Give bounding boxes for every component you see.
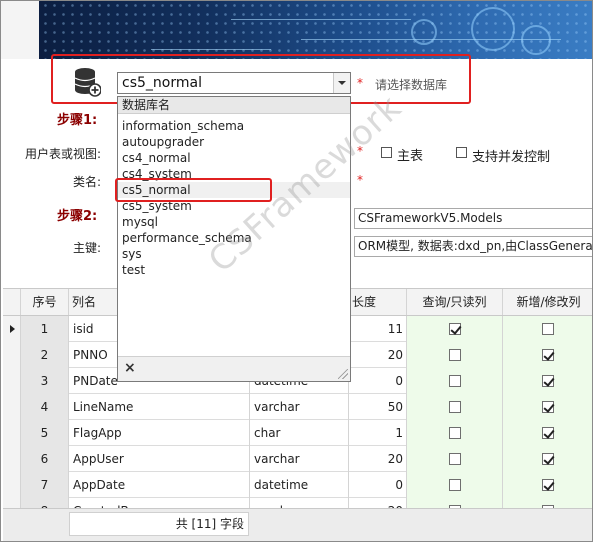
table-row[interactable]: 6 AppUser varchar 20 <box>3 446 592 472</box>
dropdown-option[interactable]: information_schema <box>118 118 350 134</box>
column-name-cell[interactable]: FlagApp <box>69 420 250 446</box>
edit-checkbox[interactable] <box>542 401 554 413</box>
query-readonly-cell[interactable] <box>407 368 503 394</box>
row-number-cell[interactable]: 1 <box>21 316 69 342</box>
row-indicator <box>3 472 21 498</box>
edit-checkbox[interactable] <box>542 479 554 491</box>
data-type-cell[interactable]: varchar <box>250 446 349 472</box>
row-indicator <box>3 446 21 472</box>
step2-title: 步骤2: <box>57 209 98 224</box>
column-name-cell[interactable]: AppDate <box>69 472 250 498</box>
data-type-cell[interactable]: varchar <box>250 394 349 420</box>
add-edit-cell[interactable] <box>503 368 592 394</box>
grid-footer: 共 [11] 字段 <box>3 508 592 541</box>
dropdown-footer: × <box>118 356 350 381</box>
table-row[interactable]: 4 LineName varchar 50 <box>3 394 592 420</box>
row-number-cell[interactable]: 7 <box>21 472 69 498</box>
length-cell[interactable]: 0 <box>349 368 407 394</box>
resize-grip-icon[interactable] <box>338 369 348 379</box>
add-edit-cell[interactable] <box>503 316 592 342</box>
length-cell[interactable]: 50 <box>349 394 407 420</box>
add-edit-cell[interactable] <box>503 342 592 368</box>
row-indicator <box>3 420 21 446</box>
query-readonly-cell[interactable] <box>407 342 503 368</box>
length-cell[interactable]: 11 <box>349 316 407 342</box>
query-checkbox[interactable] <box>449 479 461 491</box>
row-indicator <box>3 394 21 420</box>
length-cell[interactable]: 0 <box>349 472 407 498</box>
window: cs5_normal * 请选择数据库 步骤1: 用户表或视图: * 主表 支持… <box>0 0 593 542</box>
add-edit-cell[interactable] <box>503 446 592 472</box>
column-header[interactable]: 长度 <box>349 289 407 315</box>
highlight-box-selection <box>115 178 272 202</box>
query-readonly-cell[interactable] <box>407 316 503 342</box>
query-readonly-cell[interactable] <box>407 394 503 420</box>
add-edit-cell[interactable] <box>503 420 592 446</box>
query-checkbox[interactable] <box>449 453 461 465</box>
table-row[interactable]: 7 AppDate datetime 0 <box>3 472 592 498</box>
edit-checkbox[interactable] <box>542 427 554 439</box>
master-label: 主表 <box>397 149 424 164</box>
column-header[interactable]: 新增/修改列 <box>503 289 592 315</box>
query-readonly-cell[interactable] <box>407 472 503 498</box>
data-type-cell[interactable]: char <box>250 420 349 446</box>
field-count-summary: 共 [11] 字段 <box>69 512 249 536</box>
header-banner <box>1 1 592 59</box>
edit-checkbox[interactable] <box>542 453 554 465</box>
row-number-cell[interactable]: 2 <box>21 342 69 368</box>
query-checkbox[interactable] <box>449 323 461 335</box>
query-readonly-cell[interactable] <box>407 446 503 472</box>
edit-checkbox[interactable] <box>542 323 554 335</box>
row-number-cell[interactable]: 5 <box>21 420 69 446</box>
edit-checkbox[interactable] <box>542 375 554 387</box>
step1-title: 步骤1: <box>57 113 98 128</box>
row-indicator-icon <box>3 316 21 342</box>
table-row[interactable]: 5 FlagApp char 1 <box>3 420 592 446</box>
column-header[interactable]: 查询/只读列 <box>407 289 503 315</box>
orm-description-field[interactable]: ORM模型, 数据表:dxd_pn,由ClassGenerator <box>354 236 592 257</box>
row-indicator <box>3 368 21 394</box>
query-checkbox[interactable] <box>449 349 461 361</box>
column-name-cell[interactable]: AppUser <box>69 446 250 472</box>
row-number-cell[interactable]: 3 <box>21 368 69 394</box>
concurrency-label: 支持并发控制 <box>472 150 551 165</box>
length-cell[interactable]: 20 <box>349 446 407 472</box>
add-edit-cell[interactable] <box>503 472 592 498</box>
column-name-cell[interactable]: LineName <box>69 394 250 420</box>
required-mark-class: * <box>357 173 363 187</box>
query-checkbox[interactable] <box>449 427 461 439</box>
table-label: 用户表或视图: <box>25 147 102 161</box>
class-label: 类名: <box>73 175 102 189</box>
close-icon[interactable]: × <box>124 360 136 376</box>
length-cell[interactable]: 20 <box>349 342 407 368</box>
master-checkbox[interactable] <box>381 147 392 158</box>
namespace-field[interactable]: CSFrameworkV5.Models <box>354 208 592 229</box>
row-number-cell[interactable]: 6 <box>21 446 69 472</box>
query-checkbox[interactable] <box>449 375 461 387</box>
edit-checkbox[interactable] <box>542 349 554 361</box>
dropdown-header: 数据库名 <box>118 97 350 114</box>
length-cell[interactable]: 1 <box>349 420 407 446</box>
add-edit-cell[interactable] <box>503 394 592 420</box>
query-readonly-cell[interactable] <box>407 420 503 446</box>
key-label: 主键: <box>73 241 102 255</box>
data-type-cell[interactable]: datetime <box>250 472 349 498</box>
concurrency-checkbox[interactable] <box>456 147 467 158</box>
column-header[interactable]: 序号 <box>21 289 69 315</box>
row-indicator <box>3 342 21 368</box>
row-number-cell[interactable]: 4 <box>21 394 69 420</box>
query-checkbox[interactable] <box>449 401 461 413</box>
